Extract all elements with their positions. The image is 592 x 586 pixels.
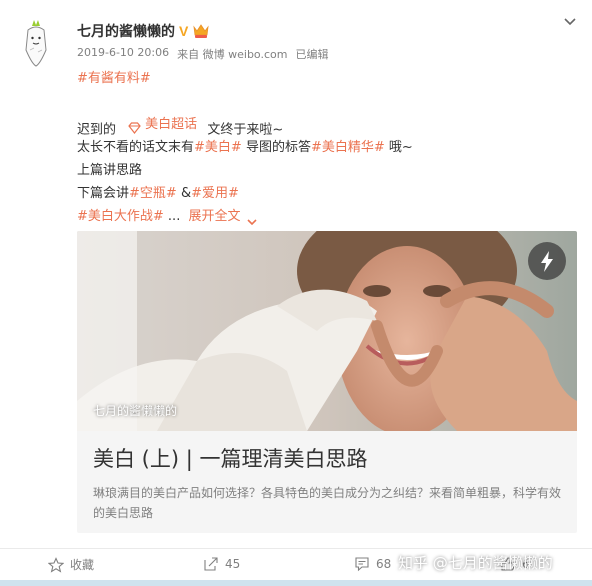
comment-icon	[355, 557, 369, 572]
body-text: 导图的标答	[241, 140, 311, 155]
verified-v-icon[interactable]: V	[179, 23, 188, 39]
zhihu-watermark: 知乎 @七月的酱懒懒的	[398, 554, 553, 572]
body-text: 哦~	[384, 140, 413, 155]
article-cover-image[interactable]: 七月的酱懒懒的	[77, 231, 577, 431]
hashtag-link[interactable]: #空瓶#	[129, 186, 177, 201]
hashtag-link[interactable]: #美白精华#	[311, 140, 385, 155]
hashtag-link[interactable]: #美白大作战#	[77, 209, 164, 224]
post-meta: 2019-6-10 20:06 来自 微博 weibo.com 已编辑	[77, 46, 328, 62]
diamond-icon	[128, 119, 141, 134]
body-text: 上篇讲思路	[77, 163, 143, 178]
post-datetime[interactable]: 2019-6-10 20:06	[77, 46, 169, 62]
ellipsis: ...	[163, 209, 181, 224]
expand-full-text-link[interactable]: 展开全文	[188, 209, 258, 225]
article-card[interactable]: 七月的酱懒懒的 美白 (上) | 一篇理清美白思路 琳琅满目的美白产品如何选择？…	[77, 231, 577, 533]
body-text: 下篇会讲	[77, 186, 130, 201]
author-name[interactable]: 七月的酱懒懒的	[77, 21, 175, 41]
avatar[interactable]	[20, 20, 52, 68]
article-title[interactable]: 美白 (上) | 一篇理清美白思路	[93, 443, 368, 473]
post-source: 来自 微博 weibo.com	[177, 48, 288, 61]
cover-watermark: 七月的酱懒懒的	[93, 404, 178, 418]
star-icon	[48, 556, 64, 573]
supertopic-link[interactable]: 美白超话	[128, 113, 197, 136]
article-description: 琳琅满目的美白产品如何选择？各具特色的美白成分为之纠结？来看简单粗暴，科学有效的…	[93, 486, 562, 520]
lightning-play-button[interactable]	[528, 242, 566, 280]
body-text: 太长不看的话文末有	[77, 140, 195, 155]
comment-count: 68	[376, 557, 392, 571]
edited-label[interactable]: 已编辑	[295, 46, 328, 62]
hashtag-link[interactable]: #美白#	[194, 140, 242, 155]
supertopic-label: 美白超话	[145, 117, 198, 132]
author-header: 七月的酱懒懒的 V	[77, 21, 210, 41]
hashtag-link[interactable]: #有酱有料#	[77, 71, 151, 86]
bottom-divider	[0, 580, 592, 586]
share-icon	[204, 557, 218, 571]
crown-badge-icon[interactable]	[192, 23, 210, 39]
hashtag-link[interactable]: #爱用#	[191, 186, 239, 201]
share-button[interactable]: 45	[203, 556, 240, 572]
body-text: &	[176, 186, 192, 201]
chevron-down-icon	[246, 212, 258, 225]
weibo-post: 七月的酱懒懒的 V 2019-6-10 20:06 来自 微博 weibo.co…	[0, 0, 592, 586]
favorite-label: 收藏	[70, 558, 95, 572]
comment-button[interactable]: 68	[354, 556, 391, 572]
favorite-button[interactable]: 收藏	[48, 556, 94, 573]
post-body: #有酱有料# 迟到的 美白超话 文终于来啦~ 太长不看的话文末有#美白# 导图的…	[77, 67, 577, 228]
share-count: 45	[225, 557, 241, 571]
chevron-down-icon[interactable]	[562, 14, 578, 30]
expand-label: 展开全文	[188, 209, 241, 224]
